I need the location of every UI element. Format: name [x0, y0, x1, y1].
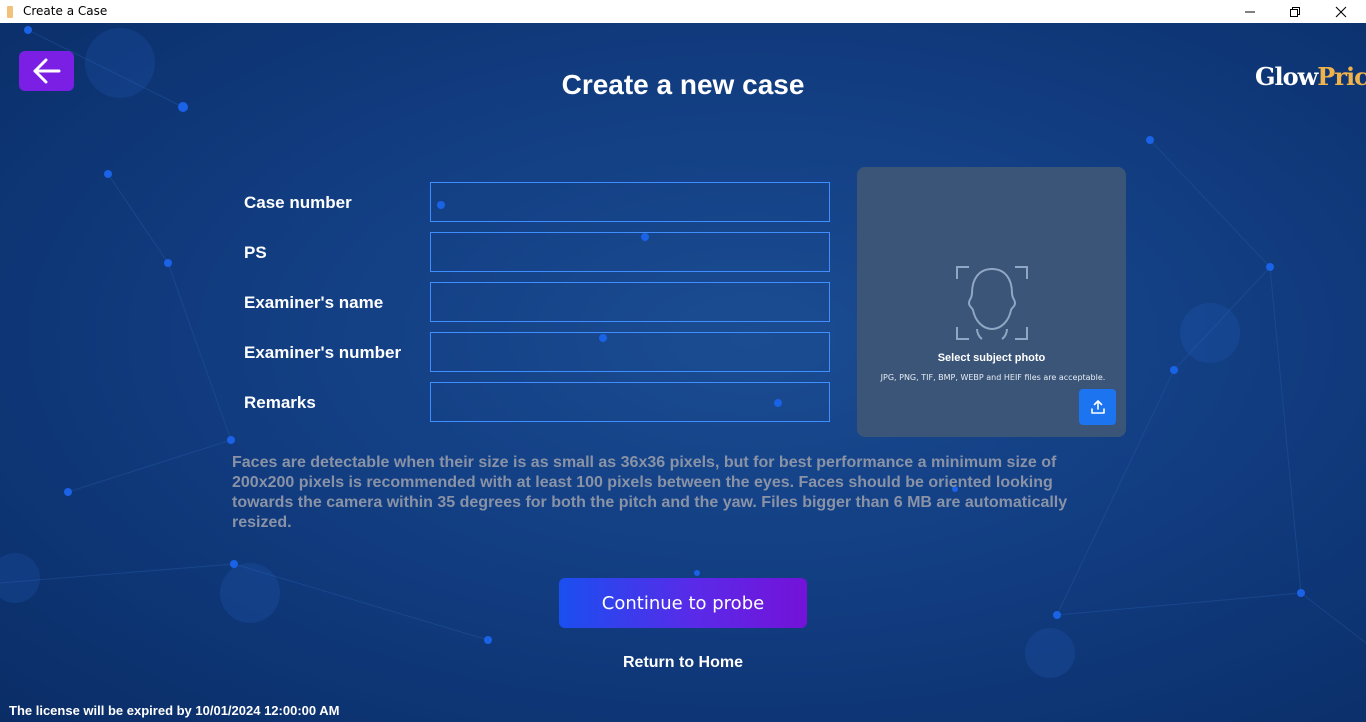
title-bar: Create a Case	[0, 0, 1366, 23]
return-to-home-link[interactable]: Return to Home	[0, 654, 1366, 672]
close-icon	[1335, 6, 1347, 17]
face-requirements-text: Faces are detectable when their size is …	[232, 454, 1068, 531]
window-title: Create a Case	[23, 4, 108, 18]
ps-input[interactable]	[430, 232, 830, 272]
app-icon	[7, 6, 13, 18]
main-area: Create a new case GlowPrice Case number …	[0, 23, 1366, 722]
remarks-input[interactable]	[430, 382, 830, 422]
case-number-label: Case number	[244, 193, 352, 212]
examiner-name-input[interactable]	[430, 282, 830, 322]
examiner-name-label: Examiner's name	[244, 293, 384, 312]
case-number-input[interactable]	[430, 182, 830, 222]
upload-icon	[1090, 400, 1105, 414]
face-scan-icon	[956, 266, 1028, 340]
continue-to-probe-button[interactable]: Continue to probe	[559, 578, 807, 628]
upload-button[interactable]	[1079, 389, 1116, 425]
ps-label: PS	[244, 243, 267, 262]
remarks-label: Remarks	[244, 393, 316, 412]
photo-dropzone[interactable]: Select subject photo JPG, PNG, TIF, BMP,…	[857, 167, 1126, 437]
minimize-icon	[1245, 11, 1255, 12]
brand-logo: GlowPrice	[1255, 62, 1366, 91]
restore-icon	[1290, 6, 1300, 17]
photo-hint: JPG, PNG, TIF, BMP, WEBP and HEIF files …	[880, 373, 1106, 382]
license-expiry-text: The license will be expired by 10/01/202…	[9, 703, 340, 718]
page-title: Create a new case	[561, 69, 805, 100]
minimize-button[interactable]	[1227, 0, 1273, 23]
photo-title: Select subject photo	[937, 352, 1046, 364]
examiner-number-label: Examiner's number	[244, 343, 402, 362]
close-button[interactable]	[1318, 0, 1364, 23]
examiner-number-input[interactable]	[430, 332, 830, 372]
restore-button[interactable]	[1272, 0, 1318, 23]
